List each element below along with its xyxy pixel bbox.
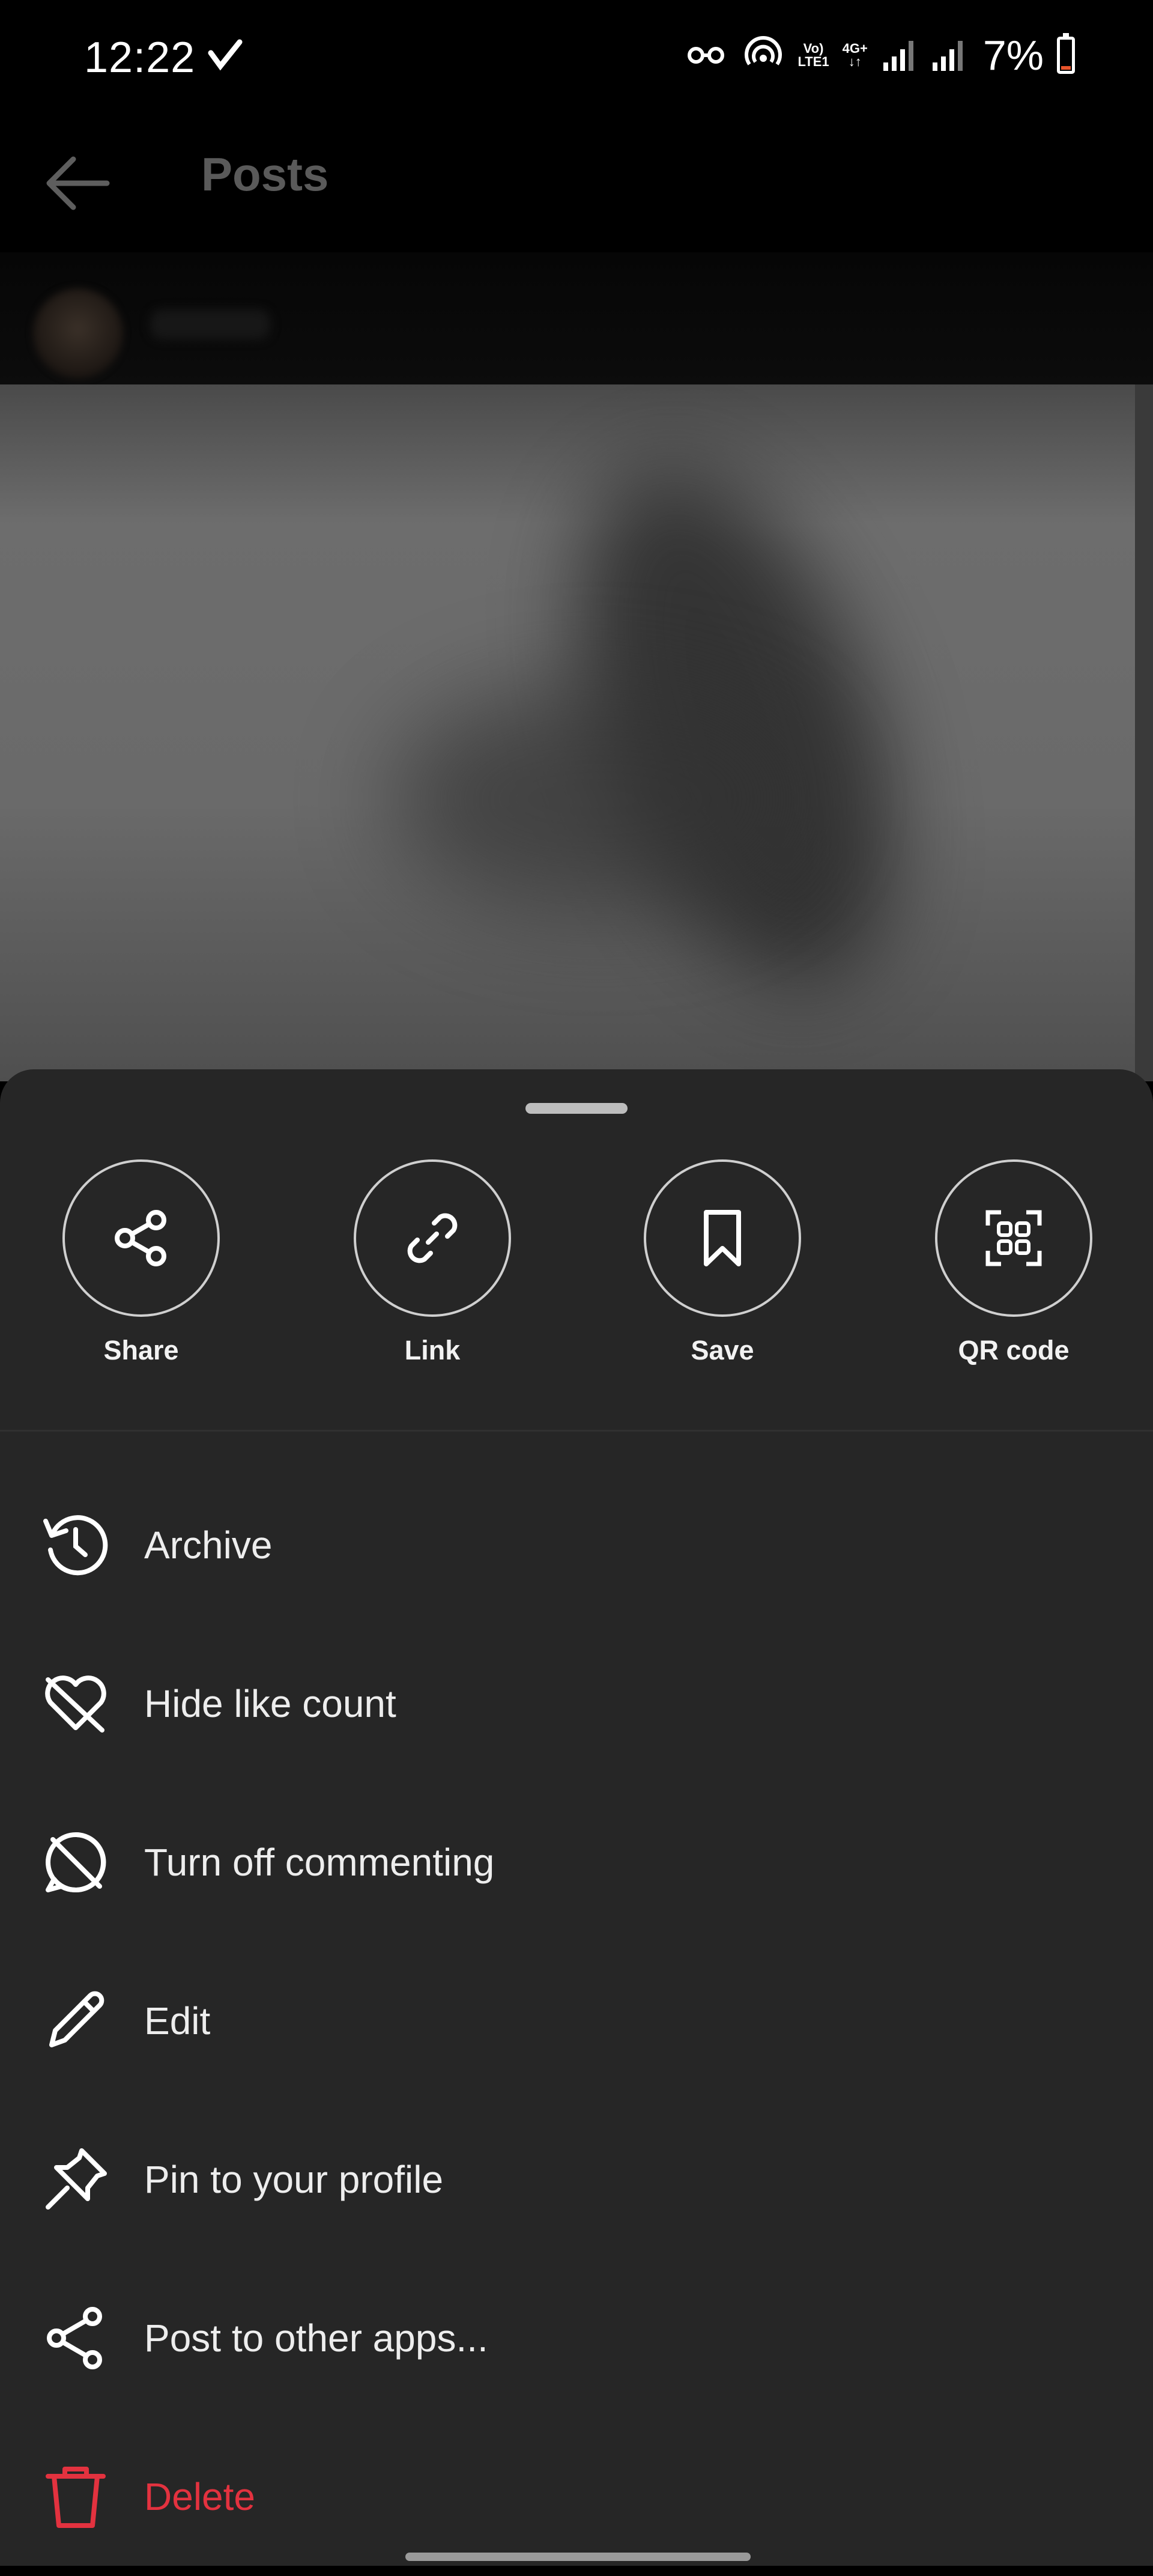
signal-icon-2 — [932, 41, 963, 71]
avatar[interactable] — [33, 288, 123, 378]
post-image — [0, 384, 1135, 1081]
vpn-key-icon — [688, 47, 725, 64]
link-label: Link — [404, 1335, 461, 1365]
link-button[interactable]: Link — [348, 1159, 516, 1366]
share-icon — [47, 2307, 102, 2369]
options-menu: Archive Hide like count Turn off comment… — [0, 1466, 1153, 2576]
quick-actions: Share Link Save QR code — [0, 1159, 1153, 1365]
qr-code-label: QR code — [958, 1335, 1070, 1365]
check-notification-icon — [208, 39, 243, 71]
username-blurred — [150, 309, 270, 339]
page-title: Posts — [201, 148, 329, 201]
pencil-icon — [49, 1991, 104, 2047]
menu-item-label: Delete — [144, 2475, 255, 2518]
link-icon — [407, 1213, 458, 1263]
post-image-edge — [1135, 384, 1153, 1081]
menu-item-label: Hide like count — [144, 1682, 396, 1725]
menu-item-label: Pin to your profile — [144, 2158, 444, 2201]
menu-item-label: Edit — [144, 1999, 211, 2043]
status-time: 12:22 — [84, 34, 196, 82]
qr-code-button[interactable]: QR code — [930, 1159, 1098, 1366]
save-button[interactable]: Save — [638, 1159, 806, 1366]
status-icons: Vo) LTE1 4G+ ↓↑ 7% — [687, 31, 1075, 79]
battery-level — [1061, 65, 1071, 70]
pin-icon — [46, 2148, 107, 2210]
save-label: Save — [691, 1335, 754, 1365]
bookmark-icon — [704, 1210, 741, 1266]
share-label: Share — [103, 1335, 179, 1365]
menu-item-hide-like-count[interactable]: Hide like count — [0, 1624, 1153, 1783]
post-header — [0, 252, 1153, 390]
menu-item-label: Post to other apps... — [144, 2316, 488, 2360]
trash-icon — [46, 2467, 106, 2528]
back-arrow-icon[interactable] — [42, 150, 111, 216]
share-icon — [115, 1210, 166, 1266]
archive-icon — [43, 1515, 108, 1576]
system-nav-bar — [0, 2532, 1153, 2566]
status-bar: 12:22 Vo) LTE1 4G+ ↓↑ 7% — [0, 0, 1153, 126]
qr-code-icon — [985, 1210, 1042, 1266]
menu-item-post-to-other-apps[interactable]: Post to other apps... — [0, 2259, 1153, 2417]
menu-item-turn-off-commenting[interactable]: Turn off commenting — [0, 1783, 1153, 1942]
share-button[interactable]: Share — [57, 1159, 225, 1366]
battery-percent: 7% — [982, 32, 1044, 79]
battery-icon — [1057, 33, 1075, 74]
options-bottom-sheet: Share Link Save QR code Archive Hide lik… — [0, 1069, 1153, 2566]
comment-off-icon — [46, 1832, 106, 1892]
sheet-grab-handle[interactable] — [525, 1103, 628, 1114]
menu-item-archive[interactable]: Archive — [0, 1466, 1153, 1624]
menu-item-label: Turn off commenting — [144, 1841, 495, 1884]
menu-item-edit[interactable]: Edit — [0, 1942, 1153, 2100]
menu-item-pin-to-profile[interactable]: Pin to your profile — [0, 2100, 1153, 2259]
volte-indicator: Vo) LTE1 — [797, 41, 829, 69]
home-gesture-handle[interactable] — [405, 2553, 751, 2561]
app-bar: Posts — [0, 126, 1153, 264]
divider — [0, 1430, 1153, 1432]
signal-icon — [883, 41, 913, 71]
menu-item-label: Archive — [144, 1523, 273, 1567]
hotspot-icon — [745, 36, 782, 65]
network-type-indicator: 4G+ ↓↑ — [842, 41, 868, 69]
heart-off-icon — [45, 1675, 106, 1733]
